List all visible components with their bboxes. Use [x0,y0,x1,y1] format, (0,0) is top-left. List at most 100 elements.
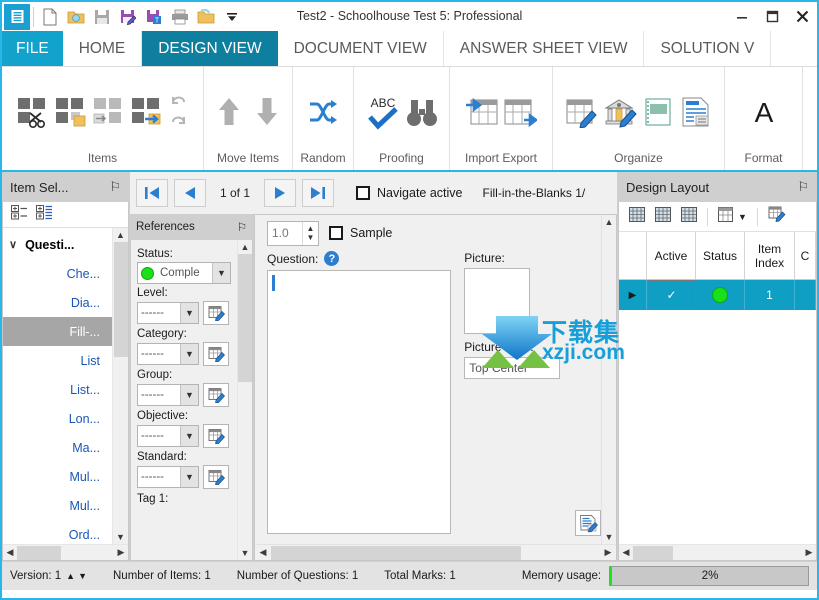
pin-icon[interactable]: ⚐ [109,179,121,195]
status-combobox[interactable]: Comple ▼ [137,262,231,284]
scroll-left-arrow-icon[interactable]: ◀ [255,547,271,558]
grid-view-3-icon[interactable] [677,206,701,227]
group-edit-button[interactable] [203,383,229,407]
chevron-down-icon[interactable]: ▼ [212,263,230,283]
tree-horizontal-scrollbar[interactable]: ◀ ▶ [3,544,128,560]
grid-column-header-item-index[interactable]: Item Index [745,232,795,279]
spinner-down-icon[interactable]: ▼ [307,233,315,242]
scroll-down-arrow-icon[interactable]: ▼ [605,530,614,544]
navigate-active-checkbox-row[interactable]: Navigate active [356,186,463,200]
move-down-icon[interactable] [250,95,284,129]
row-extra-cell[interactable] [795,280,816,310]
marks-value[interactable]: 1.0 [268,226,302,240]
tab-design-view[interactable]: DESIGN VIEW [142,31,278,66]
version-up-icon[interactable]: ▲ [66,571,75,581]
paste-items-icon[interactable] [92,95,126,129]
tab-solution-view[interactable]: SOLUTION V [644,31,772,66]
chevron-down-icon[interactable]: ∨ [9,238,17,251]
spinner-up-icon[interactable]: ▲ [307,224,315,233]
scroll-down-arrow-icon[interactable]: ▼ [116,530,125,544]
grid-view-2-icon[interactable] [651,206,675,227]
sample-checkbox-row[interactable]: Sample [329,226,392,240]
scroll-right-arrow-icon[interactable]: ▶ [802,547,816,558]
font-format-icon[interactable]: A [747,95,781,129]
chevron-down-icon[interactable]: ▼ [180,303,198,323]
move-up-icon[interactable] [212,95,246,129]
tree-item-checklist[interactable]: Che... [3,259,112,288]
question-input[interactable] [267,270,452,534]
objective-combobox[interactable]: ------ ▼ [137,425,199,447]
group-combobox[interactable]: ------ ▼ [137,384,199,406]
new-document-icon[interactable] [37,4,63,30]
notebook-icon[interactable] [641,96,675,128]
collapse-all-icon[interactable] [36,204,53,225]
first-item-button[interactable] [136,179,168,207]
tab-document-view[interactable]: DOCUMENT VIEW [278,31,444,66]
picture-preview[interactable] [464,268,531,334]
tree-item-multiple-choice[interactable]: Mul... [3,462,112,491]
close-button[interactable] [787,2,817,31]
next-item-button[interactable] [264,179,297,207]
bank-edit-icon[interactable] [603,96,637,128]
references-pin-icon[interactable]: ⚐ [237,220,247,234]
scroll-left-arrow-icon[interactable]: ◀ [619,547,633,558]
chevron-down-icon[interactable]: ▼ [180,385,198,405]
level-edit-button[interactable] [203,301,229,325]
grid-select-icon[interactable] [714,206,735,227]
export-icon[interactable] [503,96,537,128]
tree-node-questions[interactable]: ∨ Questi... [3,230,112,259]
expand-all-icon[interactable] [11,204,28,225]
spell-check-icon[interactable]: ABC [365,93,401,131]
chevron-down-icon[interactable]: ▼ [180,467,198,487]
scroll-left-arrow-icon[interactable]: ◀ [3,547,17,558]
objective-edit-button[interactable] [203,424,229,448]
cut-items-icon[interactable] [16,95,50,129]
grid-edit-icon[interactable] [764,206,790,227]
scroll-up-arrow-icon[interactable]: ▲ [241,240,250,254]
find-icon[interactable] [405,95,439,129]
standard-combobox[interactable]: ------ ▼ [137,466,199,488]
save-edit-icon[interactable] [115,4,141,30]
standard-edit-button[interactable] [203,465,229,489]
help-icon[interactable]: ? [324,251,340,266]
level-combobox[interactable]: ------ ▼ [137,302,199,324]
open-recent-icon[interactable] [193,4,219,30]
grid-dropdown-icon[interactable]: ▼ [737,212,751,222]
grid-column-header-status[interactable]: Status [696,232,745,279]
spinner-buttons[interactable]: ▲ ▼ [302,221,318,245]
grid-column-header-c[interactable]: C [795,232,816,279]
references-vertical-scrollbar[interactable]: ▲ ▼ [237,240,252,560]
scrollbar-thumb-h[interactable] [633,545,673,560]
scrollbar-thumb[interactable] [113,242,128,357]
form-horizontal-scrollbar[interactable]: ◀ ▶ [255,544,616,560]
scroll-up-arrow-icon[interactable]: ▲ [605,215,614,229]
tree-item-list[interactable]: List [3,346,112,375]
grid-horizontal-scrollbar[interactable]: ◀ ▶ [619,544,816,560]
tab-file[interactable]: FILE [2,31,63,66]
form-vertical-scrollbar[interactable]: ▲ ▼ [601,215,616,544]
row-active-cell[interactable]: ✓ [647,280,696,310]
row-selector-icon[interactable]: ▶ [619,280,647,310]
previous-item-button[interactable] [174,179,206,207]
customize-dropdown-icon[interactable] [219,4,245,30]
edit-table-icon[interactable] [565,96,599,128]
open-folder-icon[interactable] [63,4,89,30]
pin-icon[interactable]: ⚐ [797,179,809,195]
tree-item-matching[interactable]: Ma... [3,433,112,462]
randomize-icon[interactable] [306,96,340,128]
navigate-active-checkbox[interactable] [356,186,371,200]
table-row[interactable]: ▶ ✓ 1 [619,280,816,310]
grid-column-header-active[interactable]: Active [647,232,696,279]
save-icon[interactable] [89,4,115,30]
chevron-down-icon[interactable]: ▼ [180,344,198,364]
document-list-icon[interactable] [679,96,713,128]
scroll-right-arrow-icon[interactable]: ▶ [114,547,128,558]
sample-checkbox[interactable] [329,226,343,240]
tree-item-ordering[interactable]: Ord... [3,520,112,544]
maximize-button[interactable] [757,2,787,31]
tab-home[interactable]: HOME [63,31,143,66]
save-template-icon[interactable]: T [141,4,167,30]
move-items-icon[interactable] [130,95,164,129]
chevron-down-icon[interactable]: ▼ [180,426,198,446]
print-icon[interactable] [167,4,193,30]
